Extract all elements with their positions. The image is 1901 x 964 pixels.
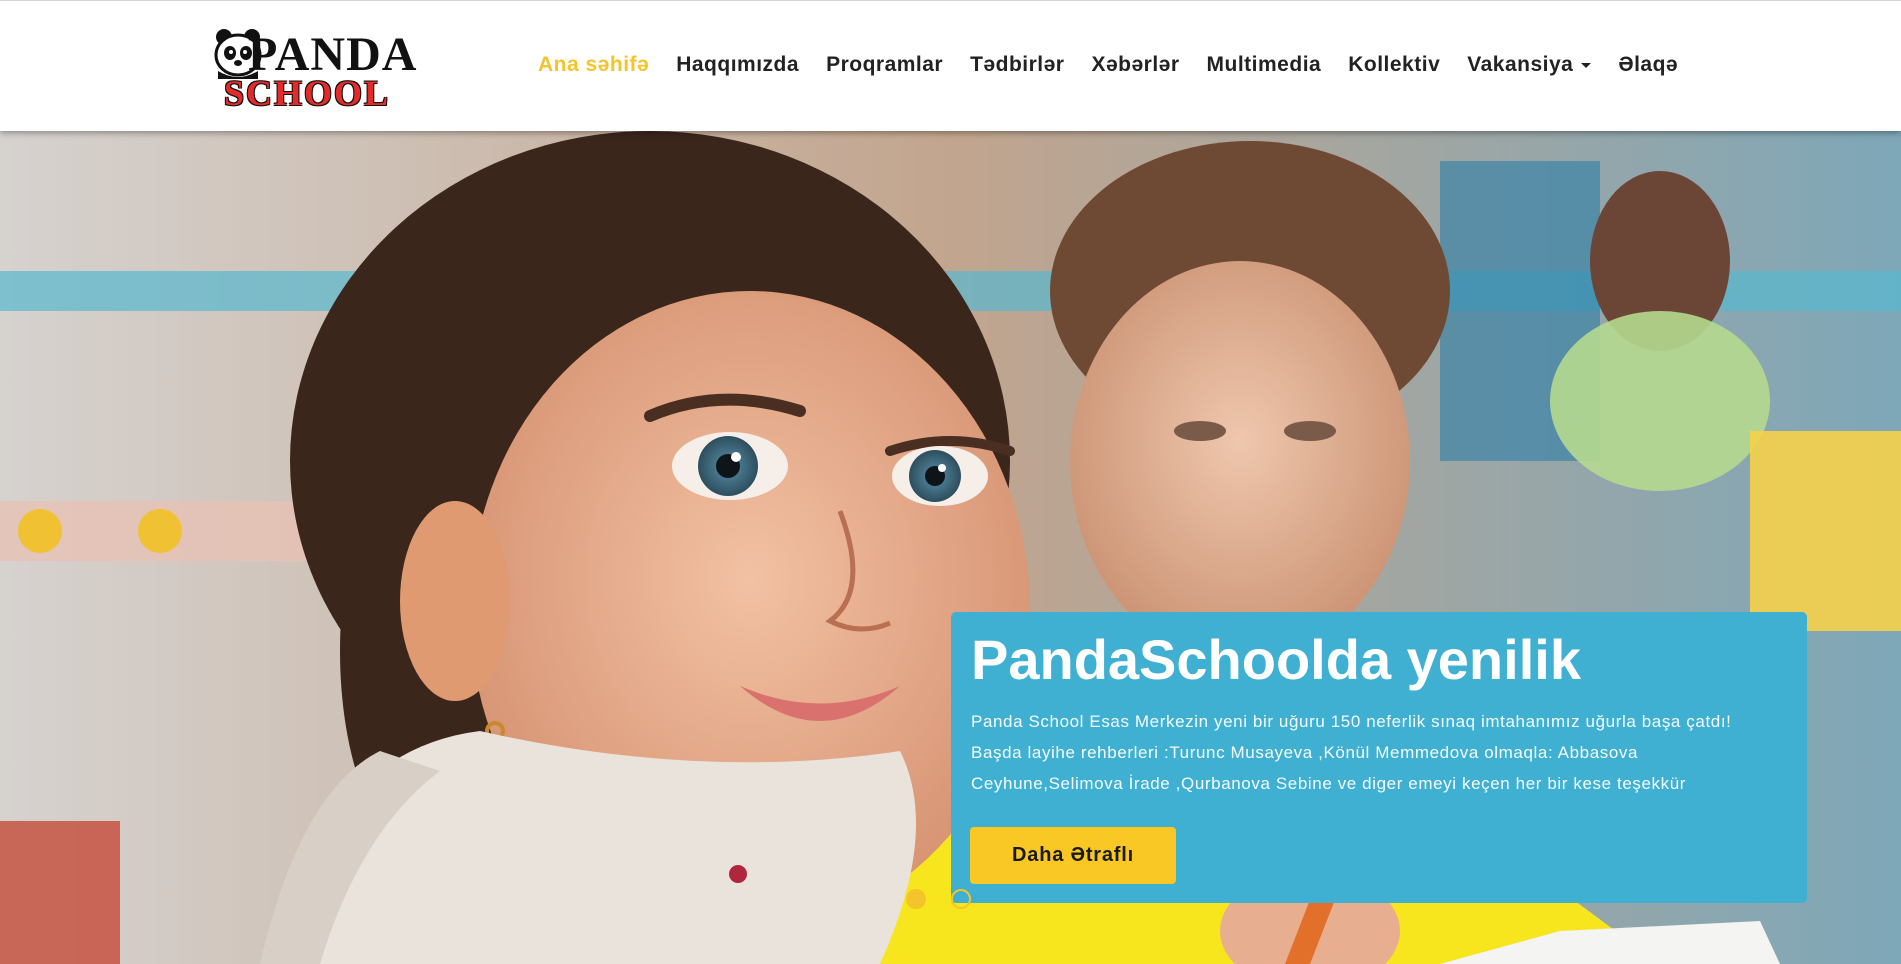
slide-title: PandaSchoolda yenilik xyxy=(971,628,1581,691)
slide-caption: PandaSchoolda yenilik Panda School Esas … xyxy=(951,612,1807,903)
nav-item-about[interactable]: Haqqımızda xyxy=(676,53,799,77)
nav-item-staff[interactable]: Kollektiv xyxy=(1348,53,1440,77)
nav-item-vacancies-label: Vakansiya xyxy=(1467,53,1574,76)
slider-dot-2[interactable] xyxy=(951,889,971,909)
slider-dot-1[interactable] xyxy=(906,889,926,909)
nav-item-news[interactable]: Xəbərlər xyxy=(1091,53,1179,77)
nav-item-multimedia[interactable]: Multimedia xyxy=(1207,53,1322,77)
slider-pagination xyxy=(906,889,996,909)
site-header: PANDA SCHOOL Ana səhifə Haqqımızda Proqr… xyxy=(0,0,1901,131)
slide-description: Panda School Esas Merkezin yeni bir uğur… xyxy=(971,712,1732,793)
logo-text-panda: PANDA xyxy=(248,28,418,81)
nav-item-vacancies[interactable]: Vakansiya xyxy=(1467,53,1592,77)
nav-item-contact[interactable]: Əlaqə xyxy=(1618,53,1678,77)
nav-item-events[interactable]: Tədbirlər xyxy=(970,53,1064,77)
nav-item-home[interactable]: Ana səhifə xyxy=(538,53,649,77)
logo-text-school: SCHOOL xyxy=(224,73,391,113)
nav-item-programs[interactable]: Proqramlar xyxy=(826,53,943,77)
main-nav: Ana səhifə Haqqımızda Proqramlar Tədbirl… xyxy=(538,53,1705,77)
panda-school-logo[interactable]: PANDA SCHOOL xyxy=(212,25,417,111)
read-more-button[interactable]: Daha Ətraflı xyxy=(970,827,1176,884)
hero-slider: PandaSchoolda yenilik Panda School Esas … xyxy=(0,131,1901,964)
chevron-down-icon xyxy=(1581,62,1592,68)
